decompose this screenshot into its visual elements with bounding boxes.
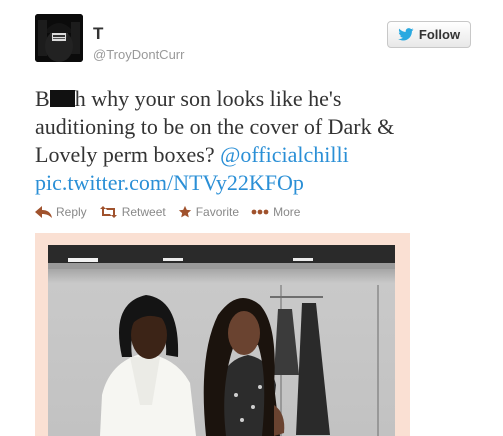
avatar-image [35,14,83,62]
twitter-bird-icon [398,28,414,41]
tweet-text-line-1-end: h why your son looks like he's [74,86,342,111]
follow-button[interactable]: Follow [387,21,471,48]
photo-image [48,245,395,436]
censor-block [49,90,75,107]
tweet-text-line-2: auditioning to be on the cover of Dark & [35,114,395,139]
retweet-button[interactable]: Retweet [99,205,166,219]
tweet-text-line-1: Bh why your son looks like he's [35,85,455,113]
display-name[interactable]: T [93,24,103,44]
tweet-photo[interactable] [48,245,395,436]
tweet-actions: Reply Retweet Favorite More [35,205,312,219]
more-button[interactable]: More [251,205,300,219]
favorite-label: Favorite [195,205,240,219]
avatar[interactable] [35,14,83,62]
tweet-text-line-3: Lovely perm boxes? @officialchilli [35,141,455,169]
dots-icon [251,209,269,215]
reply-arrow-icon [35,206,52,218]
tweet-text-line-3-body: Lovely perm boxes? [35,142,221,167]
tweet-text-line-4: pic.twitter.com/NTVy22KFOp [35,169,455,197]
pic-link[interactable]: pic.twitter.com/NTVy22KFOp [35,170,304,195]
more-label: More [273,205,301,219]
tweet-text-start: B [35,86,50,111]
favorite-button[interactable]: Favorite [178,205,239,219]
star-icon [178,205,191,218]
mention-link[interactable]: @officialchilli [220,142,349,167]
media-frame [35,233,410,436]
username[interactable]: @TroyDontCurr [93,47,184,62]
reply-label: Reply [56,205,87,219]
follow-button-label: Follow [418,27,461,42]
retweet-label: Retweet [121,205,166,219]
reply-button[interactable]: Reply [35,205,87,219]
retweet-icon [99,206,117,218]
tweet-text: Bh why your son looks like he's audition… [35,85,455,197]
